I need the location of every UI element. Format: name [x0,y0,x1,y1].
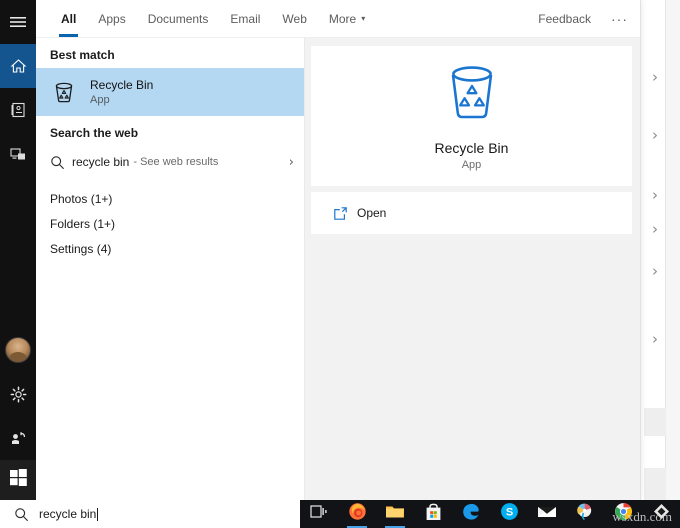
tab-more[interactable]: More ▾ [318,0,376,37]
svg-text:S: S [505,507,512,519]
taskbar-item-chrome[interactable] [604,500,642,528]
result-category-row[interactable]: Photos (1+) [36,186,304,211]
open-action-button[interactable]: Open [311,200,632,226]
search-icon [14,507,29,522]
open-in-new-icon [333,206,357,221]
chevron-down-icon: ▾ [361,14,366,23]
taskbar-item-app-extra[interactable] [642,500,680,528]
background-chevron-icon[interactable]: › [644,68,666,86]
preview-card: Recycle Bin App [311,46,632,186]
tab-web[interactable]: Web [271,0,317,37]
text-cursor [97,507,99,521]
web-result-query: recycle bin [72,155,130,169]
taskbar-icons: S [300,500,680,528]
tab-label: Documents [147,11,209,26]
result-category-row[interactable]: Folders (1+) [36,211,304,236]
search-filter-tabs: All Apps Documents Email Web More ▾ [36,0,376,37]
tab-label: Apps [98,11,126,26]
taskbar: recycle bin S [0,500,680,528]
tab-email[interactable]: Email [219,0,271,37]
user-account-button[interactable] [0,328,36,372]
power-person-icon [10,430,27,446]
background-chevron-icon[interactable]: › [644,126,666,144]
sidebar-item-media[interactable] [0,132,36,176]
tab-documents[interactable]: Documents [137,0,220,37]
web-result-row[interactable]: recycle bin - See web results › [36,146,304,178]
search-left-rail [0,0,36,500]
skype-icon: S [500,502,519,526]
preview-subtitle: App [461,159,482,171]
best-match-heading: Best match [50,48,115,62]
search-input[interactable]: recycle bin [39,507,96,521]
sidebar-item-settings[interactable] [0,372,36,416]
web-result-suffix: - See web results [133,156,219,168]
result-categories: Photos (1+) Folders (1+) Settings (4) [36,186,304,261]
tab-label: Email [230,11,261,26]
search-body: Best match Recycle Bin App Search the we… [36,38,640,501]
home-icon [10,58,27,74]
overflow-menu-button[interactable]: ··· [611,12,628,26]
preview-pane: Recycle Bin App Open [305,38,640,501]
search-header: All Apps Documents Email Web More ▾ Feedback ·… [36,0,640,38]
taskbar-item-task-view[interactable] [300,500,338,528]
taskbar-item-microsoft-store[interactable] [414,500,452,528]
start-button[interactable] [0,460,36,500]
firefox-icon [348,502,367,526]
mail-icon [537,504,557,524]
tab-label: All [61,11,77,26]
recycle-bin-icon [48,79,80,105]
preview-title: Recycle Bin [434,140,509,156]
taskbar-item-skype[interactable]: S [490,500,528,528]
taskbar-item-file-explorer[interactable] [376,500,414,528]
sidebar-item-power[interactable] [0,416,36,460]
hamburger-icon [10,16,26,28]
best-match-title: Recycle Bin [90,77,154,92]
best-match-result[interactable]: Recycle Bin App [36,68,304,116]
background-band-2 [644,468,666,500]
background-chevron-icon[interactable]: › [644,220,666,238]
taskbar-item-edge[interactable] [452,500,490,528]
recycle-bin-icon [443,61,501,128]
paint-icon [575,502,595,526]
diamond-icon [653,503,670,525]
tab-all[interactable]: All [50,0,87,37]
search-results-list: Best match Recycle Bin App Search the we… [36,38,305,501]
preview-actions: Open [311,192,632,234]
best-match-subtitle: App [90,93,110,106]
search-icon [50,155,72,170]
hamburger-menu-button[interactable] [0,0,36,44]
chrome-icon [614,502,633,526]
background-chevron-icon[interactable]: › [644,262,666,280]
windows-search-screen: › › › › › › All Apps Documents Email Web… [0,0,680,528]
background-band-1 [644,408,666,436]
store-icon [425,503,442,526]
sidebar-item-documents[interactable] [0,88,36,132]
chevron-right-icon[interactable]: › [289,155,294,170]
taskbar-item-firefox[interactable] [338,500,376,528]
tab-label: Web [282,11,307,26]
taskbar-search-box[interactable]: recycle bin [0,500,300,528]
tab-apps[interactable]: Apps [87,0,136,37]
windows-logo-icon [9,469,27,491]
notebook-icon [10,102,26,118]
sidebar-item-home[interactable] [0,44,36,88]
background-scrollbar[interactable] [665,0,680,500]
media-icon [9,147,27,162]
taskbar-item-paint[interactable] [566,500,604,528]
task-view-icon [310,504,328,524]
background-chevron-icon[interactable]: › [644,330,666,348]
search-flyout: All Apps Documents Email Web More ▾ Feedback ·… [36,0,641,501]
tab-label: More [328,11,357,26]
search-the-web-heading: Search the web [50,126,139,140]
background-chevron-icon[interactable]: › [644,186,666,204]
open-action-label: Open [357,206,387,220]
avatar [5,337,31,363]
gear-icon [10,386,27,403]
result-category-row[interactable]: Settings (4) [36,236,304,261]
edge-icon [461,502,481,527]
search-header-right: Feedback ··· [538,0,640,37]
taskbar-item-mail[interactable] [528,500,566,528]
feedback-button[interactable]: Feedback [538,12,591,26]
folder-icon [385,503,405,525]
